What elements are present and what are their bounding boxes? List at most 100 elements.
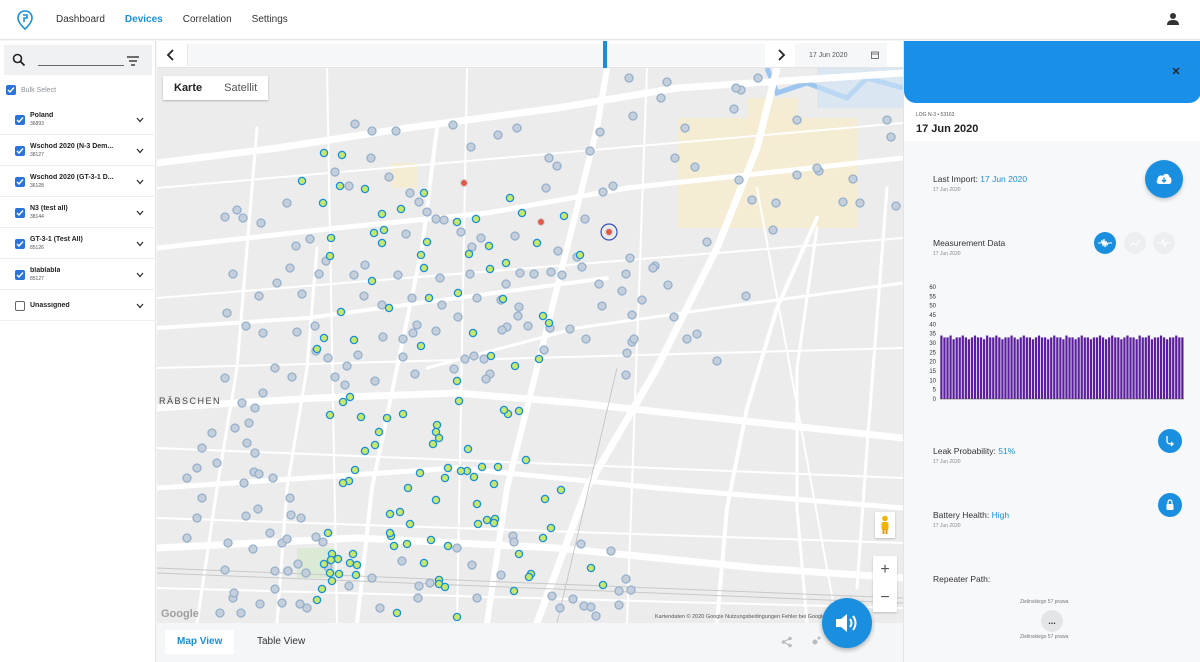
sensor-marker-active[interactable] [434,433,444,443]
chevron-down-icon[interactable] [136,117,144,123]
sensor-marker-inactive[interactable] [855,198,865,208]
sensor-marker-active[interactable] [325,410,335,420]
sensor-marker-active[interactable] [456,466,466,476]
sensor-marker-inactive[interactable] [182,533,192,543]
sensor-marker-inactive[interactable] [626,585,636,595]
sensor-marker-inactive[interactable] [342,361,352,371]
sensor-marker-inactive[interactable] [452,543,462,553]
sensor-marker-inactive[interactable] [529,269,539,279]
sensor-marker-active[interactable] [377,238,387,248]
date-picker[interactable]: 17 Jun 2020 [795,43,887,67]
pulse-option-button[interactable] [1153,232,1175,254]
chart-option-button[interactable] [1124,232,1146,254]
sensor-marker-inactive[interactable] [515,268,525,278]
sensor-marker-inactive[interactable] [414,581,424,591]
sensor-marker-inactive[interactable] [466,142,476,152]
sensor-marker-active[interactable] [327,576,337,586]
sensor-marker-active[interactable] [428,439,438,449]
sensor-marker-active[interactable] [403,483,413,493]
sensor-marker-inactive[interactable] [637,295,647,305]
sensor-marker-inactive[interactable] [449,364,459,374]
sensor-marker-active[interactable] [319,148,329,158]
checkbox-checked-icon[interactable] [15,269,25,280]
sensor-marker-inactive[interactable] [282,534,292,544]
app-logo[interactable] [16,9,34,31]
sensor-marker-inactive[interactable] [412,320,422,330]
sensor-marker-active[interactable] [384,303,394,313]
sensor-marker-inactive[interactable] [230,423,240,433]
group-item[interactable]: Unassigned [0,291,156,321]
sensor-marker-inactive[interactable] [314,269,324,279]
sensor-marker-inactive[interactable] [296,513,306,523]
sensor-marker-inactive[interactable] [285,493,295,503]
sensor-marker-inactive[interactable] [384,172,394,182]
sensor-marker-inactive[interactable] [192,463,202,473]
sensor-marker-inactive[interactable] [241,511,251,521]
sensor-marker-active[interactable] [389,541,399,551]
sensor-marker-active[interactable] [463,444,473,454]
sensor-marker-inactive[interactable] [360,260,370,270]
map-type-karte-button[interactable]: Karte [163,76,213,100]
group-item[interactable]: Wschod 2020 (GT-3-1 D... 36128 [0,167,156,197]
sensor-marker-active[interactable] [360,446,370,456]
nav-correlation[interactable]: Correlation [183,14,232,25]
sensor-marker-inactive[interactable] [293,559,303,569]
group-item[interactable]: blablabla 85127 [0,260,156,290]
sensor-marker-inactive[interactable] [405,188,415,198]
sensor-marker-active[interactable] [312,595,322,605]
sensor-marker-inactive[interactable] [391,126,401,136]
group-item[interactable]: Poland 36893 [0,105,156,135]
sensor-marker-active[interactable] [484,241,494,251]
sensor-marker-inactive[interactable] [539,345,549,355]
sensor-marker-inactive[interactable] [378,332,388,342]
sensor-marker-active[interactable] [498,294,508,304]
sensor-marker-active[interactable] [337,150,347,160]
sensor-marker-active[interactable] [345,392,355,402]
sensor-marker-inactive[interactable] [367,126,377,136]
sensor-marker-inactive[interactable] [595,127,605,137]
sensor-marker-active[interactable] [509,586,519,596]
sensor-marker-inactive[interactable] [747,195,757,205]
sensor-marker-active[interactable] [370,440,380,450]
sensor-marker-active[interactable] [335,181,345,191]
sensor-marker-inactive[interactable] [585,146,595,156]
sensor-marker-inactive[interactable] [301,568,311,578]
sensor-marker-active[interactable] [319,559,329,569]
cloud-download-button[interactable] [1145,160,1183,198]
sensor-marker-inactive[interactable] [244,418,254,428]
sensor-marker-active[interactable] [312,344,322,354]
sensor-marker-inactive[interactable] [220,212,230,222]
user-icon[interactable] [1166,12,1182,28]
sensor-marker-inactive[interactable] [656,93,666,103]
sensor-marker-inactive[interactable] [838,197,848,207]
sensor-marker-inactive[interactable] [768,225,778,235]
sensor-marker-inactive[interactable] [250,448,260,458]
sensor-marker-inactive[interactable] [624,73,634,83]
sensor-marker-inactive[interactable] [509,537,519,547]
sensor-marker-inactive[interactable] [232,205,242,215]
sensor-marker-active[interactable] [501,258,511,268]
sensor-marker-active[interactable] [402,539,412,549]
sensor-marker-active[interactable] [419,188,429,198]
sensor-marker-inactive[interactable] [287,372,297,382]
sensor-marker-active[interactable] [586,563,596,573]
sensor-marker-inactive[interactable] [439,215,449,225]
sensor-marker-active[interactable] [477,462,487,472]
checkbox-checked-icon[interactable] [6,85,16,95]
sensor-marker-inactive[interactable] [228,269,238,279]
close-icon[interactable] [1172,67,1180,75]
sensor-marker-active[interactable] [544,318,554,328]
sensor-marker-inactive[interactable] [729,104,739,114]
sensor-marker-inactive[interactable] [514,302,524,312]
sensor-marker-inactive[interactable] [229,588,239,598]
sensor-marker-active[interactable] [333,554,343,564]
map-canvas[interactable] [157,68,903,623]
sensor-marker-active[interactable] [486,351,496,361]
sensor-marker-inactive[interactable] [192,513,202,523]
sensor-marker-inactive[interactable] [254,291,264,301]
sensor-marker-inactive[interactable] [453,312,463,322]
sensor-marker-inactive[interactable] [344,581,354,591]
sensor-marker-inactive[interactable] [353,350,363,360]
sensor-marker-inactive[interactable] [265,528,275,538]
sensor-marker-active[interactable] [419,263,429,273]
